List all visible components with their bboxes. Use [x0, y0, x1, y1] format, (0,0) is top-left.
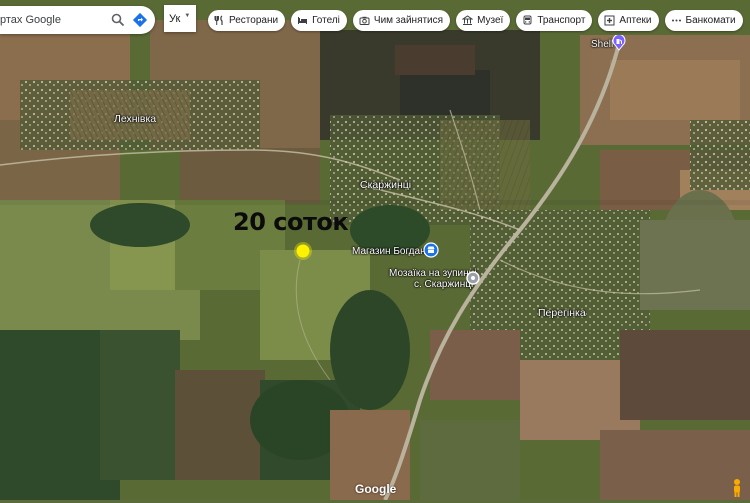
google-logo: Google	[355, 482, 397, 496]
chip-restaurants[interactable]: Ресторани	[208, 10, 286, 31]
chip-label: Ресторани	[229, 15, 279, 26]
search-icon[interactable]	[107, 9, 129, 31]
village-label-skarzhyntsi[interactable]: Скаржинці	[360, 179, 411, 191]
shop-label[interactable]: Магазин Богдан	[352, 246, 426, 257]
chip-label: Готелі	[312, 15, 340, 26]
chip-things-to-do[interactable]: Чим зайнятися	[352, 10, 451, 31]
fork-knife-icon	[214, 15, 225, 26]
museum-icon	[462, 15, 474, 26]
pegman-icon[interactable]	[731, 478, 743, 503]
chip-transport[interactable]: Транспорт	[516, 10, 593, 31]
category-chips: Ресторани Готелі Чим зайнятися Музеї Тра…	[208, 10, 743, 31]
poi-pin-icon[interactable]	[466, 271, 480, 290]
more-dots-icon	[671, 15, 682, 26]
directions-icon[interactable]	[129, 9, 151, 31]
chip-label: Банкомати	[685, 15, 736, 26]
search-box[interactable]: ртах Google	[0, 6, 155, 34]
gas-station-label[interactable]: Shell	[591, 39, 613, 50]
chip-label: Музеї	[477, 15, 504, 26]
chip-label: Аптеки	[619, 15, 652, 26]
bed-icon	[297, 15, 308, 26]
poi-label-mosaic-line2[interactable]: с. Скаржинці	[414, 279, 473, 290]
gas-station-pin-icon[interactable]	[612, 34, 626, 56]
village-label-perehinka[interactable]: Перегінка	[538, 307, 586, 319]
chip-hotels[interactable]: Готелі	[291, 10, 347, 31]
plot-size-annotation: 20 соток	[233, 208, 349, 236]
bus-icon	[522, 15, 533, 26]
language-selector[interactable]: Ук ▼	[164, 5, 196, 32]
dropdown-caret-icon: ▼	[184, 12, 191, 19]
shop-pin-icon[interactable]	[423, 242, 439, 263]
camera-icon	[359, 15, 370, 26]
search-input[interactable]: ртах Google	[0, 14, 107, 26]
pharmacy-icon	[604, 15, 615, 26]
village-label-lekhnivka[interactable]: Лехнівка	[114, 113, 156, 125]
chip-label: Транспорт	[537, 15, 586, 26]
poi-label-mosaic-line1[interactable]: Мозаїка на зупинці	[389, 268, 477, 279]
chip-pharmacies[interactable]: Аптеки	[598, 10, 659, 31]
chip-label: Чим зайнятися	[373, 15, 444, 26]
chip-atms[interactable]: Банкомати	[664, 10, 743, 31]
location-marker-dot[interactable]	[293, 241, 313, 266]
language-label: Ук	[169, 12, 181, 25]
chip-museums[interactable]: Музеї	[456, 10, 511, 31]
